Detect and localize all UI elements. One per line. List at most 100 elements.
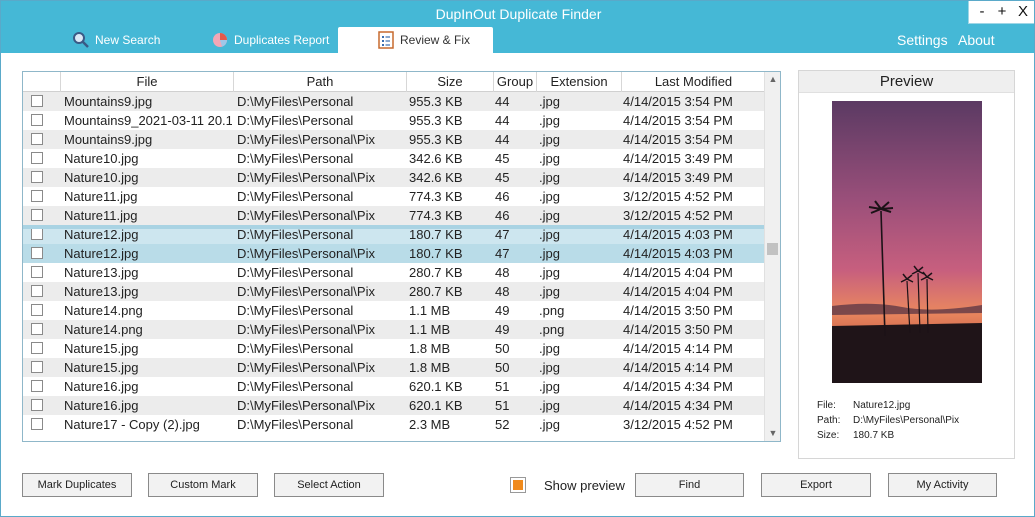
table-row[interactable]: Nature15.jpg D:\MyFiles\Personal\Pix 1.8 M…: [23, 358, 765, 377]
custom-mark-button[interactable]: Custom Mark: [148, 473, 258, 497]
table-row[interactable]: Nature11.jpg D:\MyFiles\Personal\Pix 774.3…: [23, 206, 765, 225]
row-checkbox[interactable]: [31, 304, 43, 316]
cell-file: Nature15.jpg: [64, 341, 139, 356]
cell-file: Nature11.jpg: [64, 208, 138, 223]
cell-last-modified: 4/14/2015 3:49 PM: [623, 151, 733, 166]
cell-file: Nature17 - Copy (2).jpg: [64, 417, 200, 432]
cell-path: D:\MyFiles\Personal\Pix: [237, 322, 375, 337]
row-checkbox[interactable]: [31, 228, 43, 240]
column-header-checkbox[interactable]: [23, 72, 60, 92]
table-row[interactable]: Mountains9.jpg D:\MyFiles\Personal\Pix 955…: [23, 130, 765, 149]
duplicates-table: File Path Size Group Extension Last Modi…: [22, 71, 781, 442]
table-row[interactable]: Nature12.jpg D:\MyFiles\Personal 180.7 KB 4…: [23, 225, 765, 244]
scroll-thumb[interactable]: [767, 243, 778, 255]
export-button[interactable]: Export: [761, 473, 871, 497]
table-row[interactable]: Nature11.jpg D:\MyFiles\Personal 774.3 KB 4…: [23, 187, 765, 206]
column-header-group[interactable]: Group: [493, 72, 536, 92]
row-checkbox[interactable]: [31, 380, 43, 392]
tab-duplicates-report[interactable]: Duplicates Report: [210, 27, 340, 53]
tab-review-fix[interactable]: Review & Fix: [338, 27, 493, 53]
close-button[interactable]: X: [1012, 2, 1034, 22]
cell-size: 342.6 KB: [409, 170, 463, 185]
preview-image: [832, 101, 982, 383]
table-row[interactable]: Nature16.jpg D:\MyFiles\Personal 620.1 KB 5…: [23, 377, 765, 396]
preview-panel: Preview File: Nature12.jpg Path: D:\MyFi…: [798, 70, 1015, 459]
cell-group: 44: [495, 113, 510, 128]
table-row[interactable]: Nature14.png D:\MyFiles\Personal\Pix 1.1 M…: [23, 320, 765, 339]
cell-extension: .png: [539, 322, 565, 337]
table-row[interactable]: Nature17 - Copy (2).jpg D:\MyFiles\Person…: [23, 415, 765, 434]
cell-size: 342.6 KB: [409, 151, 463, 166]
checkbox-checked-indicator: [513, 480, 523, 490]
table-row[interactable]: Nature10.jpg D:\MyFiles\Personal\Pix 342.6…: [23, 168, 765, 187]
cell-last-modified: 4/14/2015 3:49 PM: [623, 170, 733, 185]
scroll-up-arrow-icon[interactable]: ▲: [765, 72, 780, 86]
find-button[interactable]: Find: [635, 473, 744, 497]
cell-extension: .jpg: [539, 113, 560, 128]
table-row[interactable]: Mountains9_2021-03-11 20.15 D:\MyFiles\Pe…: [23, 111, 765, 130]
cell-extension: .jpg: [539, 417, 560, 432]
cell-file: Nature15.jpg: [64, 360, 139, 375]
cell-extension: .jpg: [539, 170, 560, 185]
my-activity-button[interactable]: My Activity: [888, 473, 997, 497]
cell-file: Nature10.jpg: [64, 151, 139, 166]
cell-path: D:\MyFiles\Personal: [237, 151, 354, 166]
settings-link[interactable]: Settings: [897, 32, 948, 48]
cell-size: 280.7 KB: [409, 265, 463, 280]
minimize-button[interactable]: -: [971, 2, 993, 22]
cell-last-modified: 4/14/2015 3:54 PM: [623, 113, 733, 128]
table-row[interactable]: Nature14.png D:\MyFiles\Personal 1.1 MB 49.…: [23, 301, 765, 320]
column-header-size[interactable]: Size: [406, 72, 493, 92]
row-checkbox[interactable]: [31, 323, 43, 335]
table-row[interactable]: Nature13.jpg D:\MyFiles\Personal 280.7 KB 4…: [23, 263, 765, 282]
column-header-file[interactable]: File: [60, 72, 233, 92]
row-checkbox[interactable]: [31, 171, 43, 183]
tab-new-search[interactable]: New Search: [71, 27, 191, 53]
select-action-button[interactable]: Select Action: [274, 473, 384, 497]
table-row[interactable]: Nature15.jpg D:\MyFiles\Personal 1.8 MB 50.…: [23, 339, 765, 358]
column-header-path[interactable]: Path: [233, 72, 406, 92]
row-checkbox[interactable]: [31, 342, 43, 354]
cell-file: Nature12.jpg: [64, 246, 139, 261]
table-row[interactable]: Nature10.jpg D:\MyFiles\Personal 342.6 KB 4…: [23, 149, 765, 168]
row-checkbox[interactable]: [31, 190, 43, 202]
column-header-last-modified[interactable]: Last Modified: [621, 72, 765, 92]
about-link[interactable]: About: [958, 32, 995, 48]
row-checkbox[interactable]: [31, 285, 43, 297]
row-checkbox[interactable]: [31, 266, 43, 278]
cell-last-modified: 3/12/2015 4:52 PM: [623, 189, 733, 204]
row-checkbox[interactable]: [31, 114, 43, 126]
row-checkbox[interactable]: [31, 95, 43, 107]
table-row[interactable]: Nature13.jpg D:\MyFiles\Personal\Pix 280.7…: [23, 282, 765, 301]
cell-group: 48: [495, 265, 510, 280]
cell-last-modified: 4/14/2015 4:34 PM: [623, 398, 733, 413]
vertical-scrollbar[interactable]: ▲ ▼: [764, 72, 780, 441]
show-preview-checkbox[interactable]: [510, 477, 526, 493]
cell-path: D:\MyFiles\Personal\Pix: [237, 208, 375, 223]
cell-file: Nature10.jpg: [64, 170, 139, 185]
table-row[interactable]: Nature16.jpg D:\MyFiles\Personal\Pix 620.1…: [23, 396, 765, 415]
cell-size: 774.3 KB: [409, 208, 463, 223]
row-checkbox[interactable]: [31, 133, 43, 145]
row-checkbox[interactable]: [31, 152, 43, 164]
table-row[interactable]: Mountains9.jpg D:\MyFiles\Personal 955.3 K…: [23, 92, 765, 111]
cell-group: 45: [495, 151, 510, 166]
table-header: File Path Size Group Extension Last Modi…: [23, 72, 765, 92]
row-checkbox[interactable]: [31, 209, 43, 221]
row-checkbox[interactable]: [31, 418, 43, 430]
column-header-extension[interactable]: Extension: [536, 72, 621, 92]
mark-duplicates-button[interactable]: Mark Duplicates: [22, 473, 132, 497]
cell-extension: .jpg: [539, 94, 560, 109]
row-checkbox[interactable]: [31, 399, 43, 411]
maximize-button[interactable]: +: [991, 2, 1013, 22]
cell-file: Mountains9.jpg: [64, 94, 153, 109]
scroll-down-arrow-icon[interactable]: ▼: [765, 426, 780, 440]
cell-last-modified: 4/14/2015 4:03 PM: [623, 227, 733, 242]
row-checkbox[interactable]: [31, 361, 43, 373]
cell-last-modified: 4/14/2015 3:54 PM: [623, 132, 733, 147]
cell-path: D:\MyFiles\Personal\Pix: [237, 398, 375, 413]
table-row[interactable]: Nature12.jpg D:\MyFiles\Personal\Pix 180.7…: [23, 244, 765, 263]
tab-label: New Search: [95, 33, 161, 47]
cell-group: 44: [495, 94, 510, 109]
row-checkbox[interactable]: [31, 247, 43, 259]
